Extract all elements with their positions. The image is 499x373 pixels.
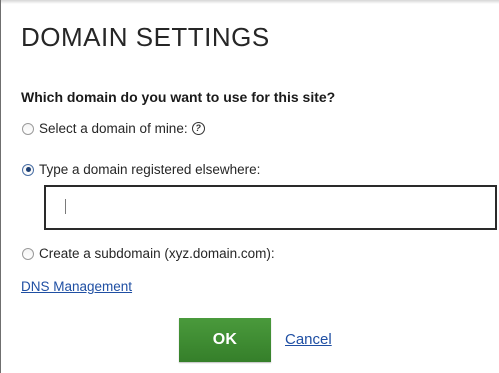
dialog-title: DOMAIN SETTINGS [21,22,270,52]
radio-type-domain[interactable] [22,163,34,176]
domain-question: Which domain do you want to use for this… [21,89,336,105]
option-create-subdomain-label: Create a subdomain (xyz.domain.com): [39,246,275,261]
text-cursor [65,199,66,214]
ok-button[interactable]: OK [179,318,271,362]
domain-settings-dialog: DOMAIN SETTINGS Which domain do you want… [0,0,499,373]
option-select-domain[interactable]: Select a domain of mine: ? [22,121,205,136]
domain-input[interactable] [44,185,497,230]
cancel-link[interactable]: Cancel [285,331,332,348]
option-create-subdomain[interactable]: Create a subdomain (xyz.domain.com): [22,246,275,261]
radio-create-subdomain[interactable] [22,247,34,260]
dns-management-link[interactable]: DNS Management [21,279,132,294]
top-edge [1,0,499,4]
option-select-domain-label: Select a domain of mine: [39,121,188,136]
radio-select-domain[interactable] [22,122,34,135]
option-type-domain[interactable]: Type a domain registered elsewhere: [22,162,260,177]
question-circle-icon[interactable]: ? [191,122,205,135]
option-type-domain-label: Type a domain registered elsewhere: [39,162,261,177]
